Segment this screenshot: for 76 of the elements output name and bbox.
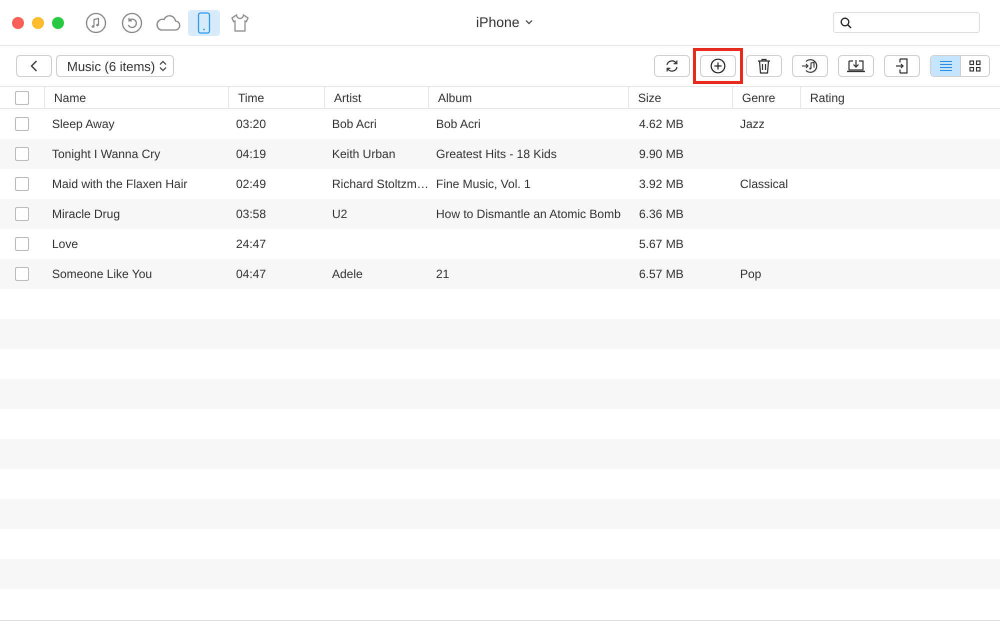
row-checkbox[interactable] — [15, 117, 29, 131]
table-cell: Jazz — [740, 117, 765, 131]
cloud-icon — [155, 14, 181, 32]
to-itunes-button[interactable] — [792, 55, 828, 77]
row-checkbox[interactable] — [15, 177, 29, 191]
table-cell: Adele — [332, 267, 363, 281]
table-cell: Fine Music, Vol. 1 — [436, 177, 531, 191]
arrow-into-music-icon — [801, 58, 819, 74]
list-icon — [938, 60, 952, 72]
table-cell: 02:49 — [236, 177, 266, 191]
search-field[interactable] — [833, 12, 980, 33]
table-cell: How to Dismantle an Atomic Bomb — [436, 207, 621, 221]
minimize-button[interactable] — [32, 16, 44, 28]
table-cell: Classical — [740, 177, 788, 191]
to-device-button[interactable] — [884, 55, 920, 77]
table-cell: 4.62 MB — [639, 117, 684, 131]
table-cell: Miracle Drug — [52, 207, 120, 221]
table-cell: 5.67 MB — [639, 237, 684, 251]
table-cell: 03:58 — [236, 207, 266, 221]
laptop-download-icon — [846, 59, 866, 73]
table-cell: Maid with the Flaxen Hair — [52, 177, 188, 191]
add-icon — [710, 58, 726, 74]
refresh-icon — [664, 58, 680, 74]
device-menu[interactable]: iPhone — [476, 14, 533, 30]
table-cell: Sleep Away — [52, 117, 114, 131]
table-cell: 21 — [436, 267, 450, 281]
row-checkbox[interactable] — [15, 207, 29, 221]
column-header[interactable]: Artist — [324, 87, 428, 108]
refresh-button[interactable] — [654, 55, 690, 77]
column-header[interactable]: Name — [44, 87, 228, 108]
table-cell: 9.90 MB — [639, 147, 684, 161]
column-header[interactable]: Genre — [732, 87, 800, 108]
table-cell: 04:47 — [236, 267, 266, 281]
up-down-caret-icon — [159, 60, 168, 72]
table-cell: Bob Acri — [332, 117, 377, 131]
phone-icon — [197, 12, 211, 34]
music-note-icon — [85, 12, 107, 34]
table-cell: 24:47 — [236, 237, 266, 251]
row-checkbox[interactable] — [15, 267, 29, 281]
table-cell: Greatest Hits - 18 Kids — [436, 147, 557, 161]
table-cell: Tonight I Wanna Cry — [52, 147, 160, 161]
row-checkbox[interactable] — [15, 147, 29, 161]
import-icon — [895, 58, 909, 74]
column-header[interactable]: Rating — [800, 87, 1000, 108]
table-cell: Keith Urban — [332, 147, 396, 161]
table-cell: Richard Stoltzm… — [332, 177, 429, 191]
table-cell: U2 — [332, 207, 348, 221]
add-button[interactable] — [700, 55, 736, 77]
column-header[interactable]: Time — [228, 87, 324, 108]
category-dropdown[interactable]: Music (6 items) — [56, 55, 174, 77]
table-cell: 03:20 — [236, 117, 266, 131]
table-cell: 04:19 — [236, 147, 266, 161]
caret-icon — [524, 19, 533, 25]
phone-tab[interactable] — [188, 10, 220, 36]
delete-button[interactable] — [746, 55, 782, 77]
table-cell: 6.36 MB — [639, 207, 684, 221]
column-header[interactable]: Album — [428, 87, 628, 108]
close-button[interactable] — [12, 16, 24, 28]
table-cell: Love — [52, 237, 78, 251]
grid-view-button[interactable] — [960, 56, 989, 76]
chevron-left-icon — [30, 60, 38, 72]
table-cell: Pop — [740, 267, 762, 281]
search-icon — [840, 16, 852, 28]
zoom-button[interactable] — [52, 16, 64, 28]
back-button[interactable] — [16, 55, 52, 77]
table-cell: 6.57 MB — [639, 267, 684, 281]
shirt-icon — [230, 12, 250, 32]
grid-icon — [969, 60, 981, 72]
table-cell: 3.92 MB — [639, 177, 684, 191]
trash-icon — [757, 58, 771, 74]
table-cell: Someone Like You — [52, 267, 152, 281]
row-checkbox[interactable] — [15, 237, 29, 251]
table-cell: Bob Acri — [436, 117, 481, 131]
column-header[interactable]: Size — [628, 87, 732, 108]
to-computer-button[interactable] — [838, 55, 874, 77]
select-all-checkbox[interactable] — [15, 90, 29, 104]
